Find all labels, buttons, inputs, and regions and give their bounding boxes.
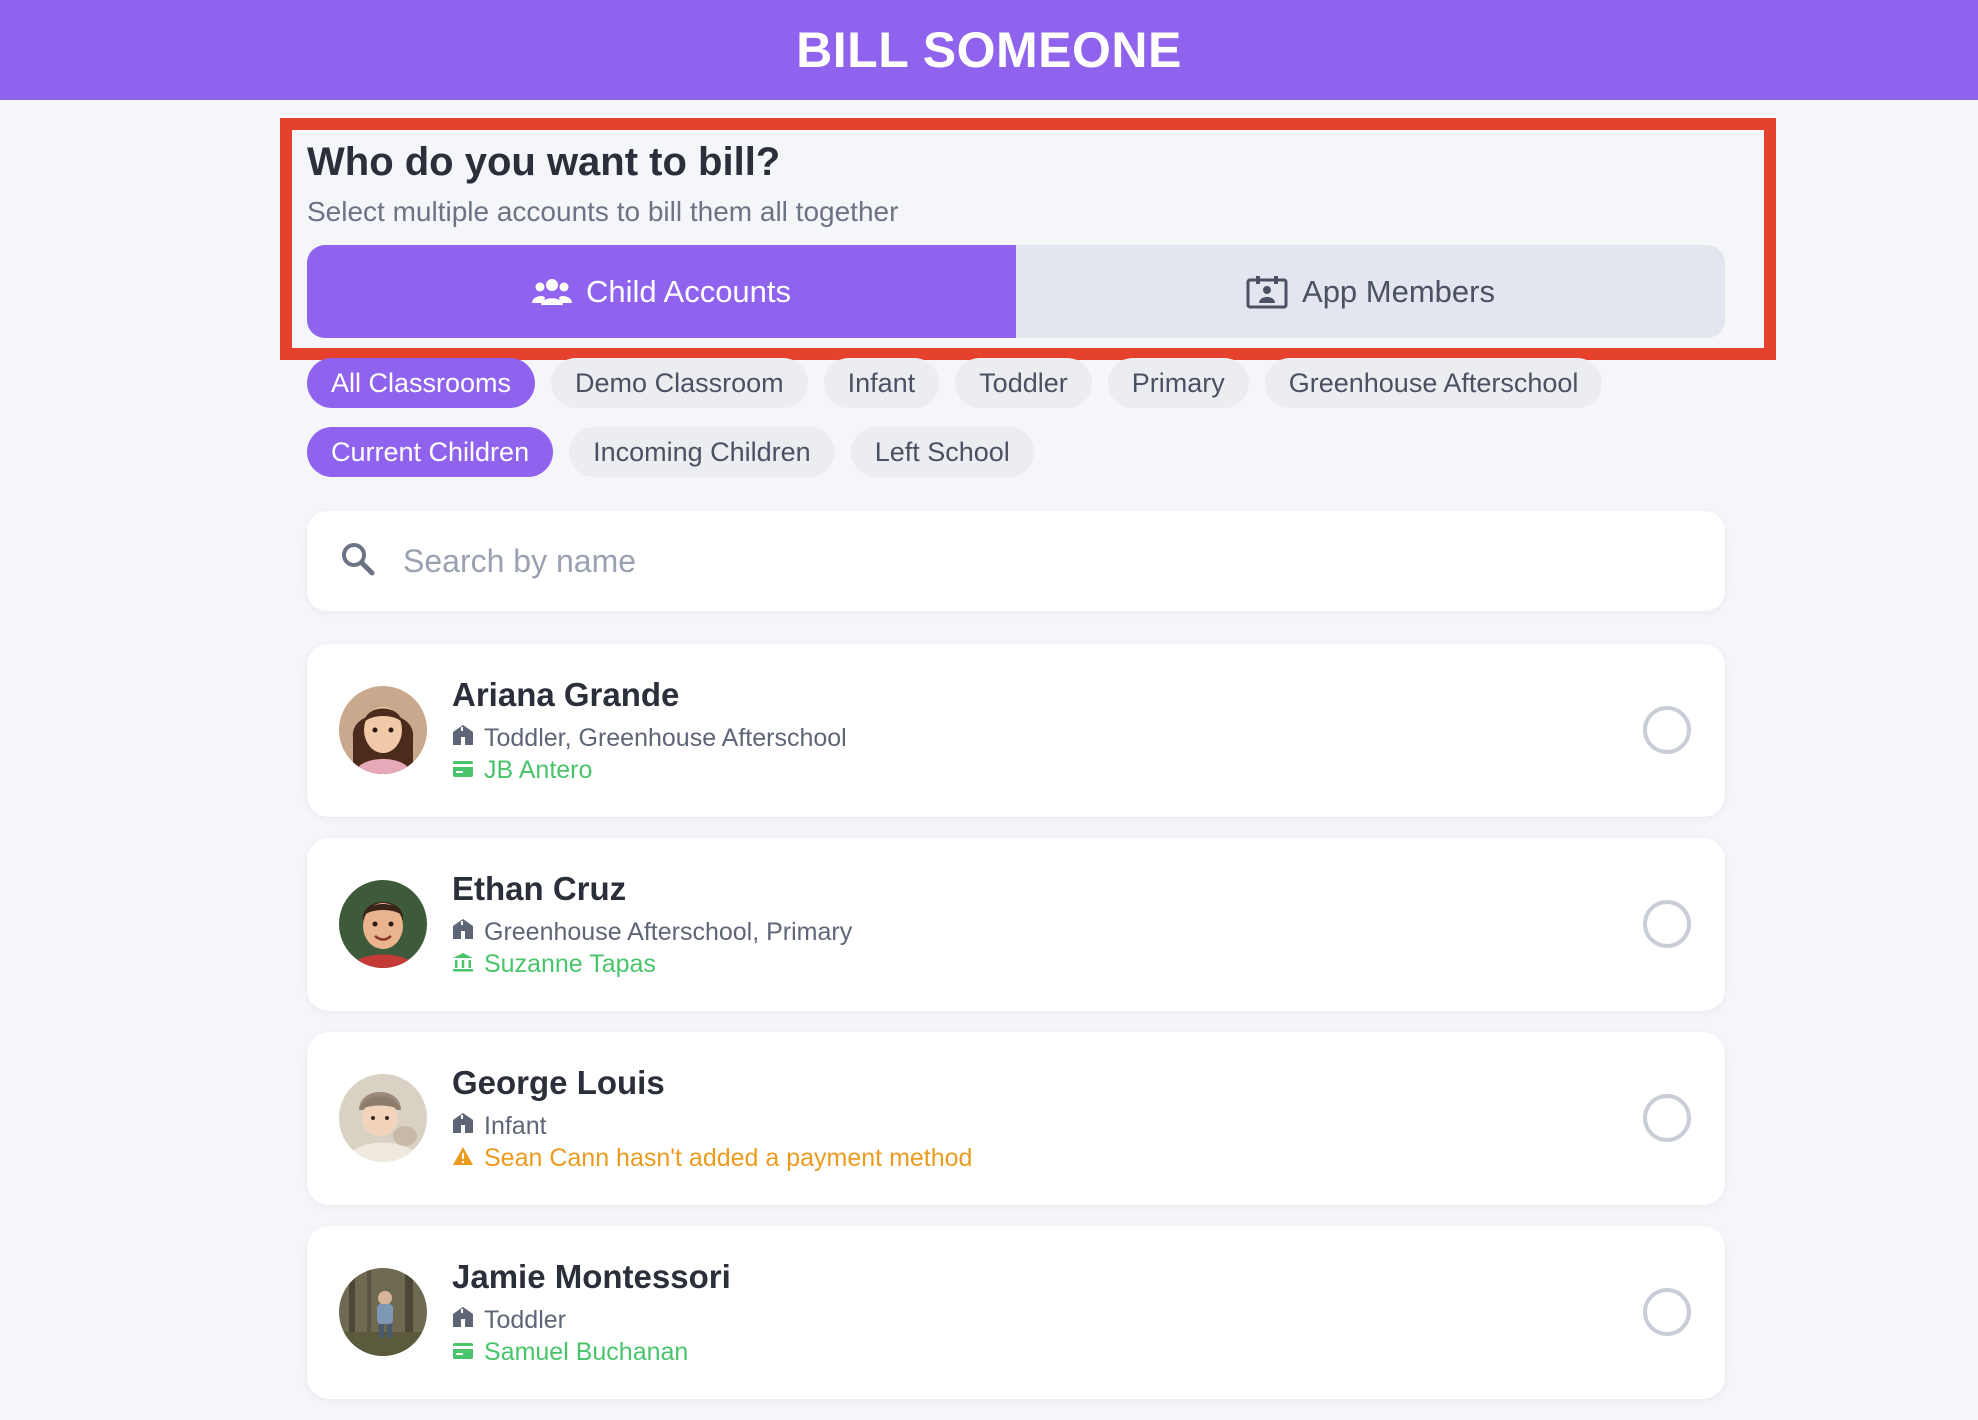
school-icon [452,1112,474,1141]
account-type-toggle: Child Accounts App Members [307,245,1725,338]
child-name: Ethan Cruz [452,870,627,907]
page-title: BILL SOMEONE [796,22,1182,78]
child-payer: Sean Cann hasn't added a payment method [452,1144,972,1173]
avatar [339,1268,427,1356]
child-name: Jamie Montessori [452,1258,731,1295]
filter-infant[interactable]: Infant [823,358,940,408]
status-filter-row: Current Children Incoming Children Left … [307,427,1034,477]
child-card-george-louis[interactable]: George Louis Infant Sean Cann hasn't add… [307,1032,1725,1205]
avatar [339,1074,427,1162]
classrooms-text: Toddler [484,1306,566,1334]
search-icon [341,542,375,581]
card-icon [452,1338,474,1367]
classrooms-text: Infant [484,1112,547,1140]
children-list: Ariana Grande Toddler, Greenhouse Afters… [307,644,1725,1420]
avatar [339,880,427,968]
child-payer: Samuel Buchanan [452,1338,688,1367]
filter-demo-classroom[interactable]: Demo Classroom [551,358,808,408]
top-bar: BILL SOMEONE [0,0,1978,100]
avatar [339,686,427,774]
filter-primary[interactable]: Primary [1107,358,1249,408]
school-icon [452,724,474,753]
id-badge-icon [1246,275,1288,309]
child-card-ariana-grande[interactable]: Ariana Grande Toddler, Greenhouse Afters… [307,644,1725,817]
filter-greenhouse-afterschool[interactable]: Greenhouse Afterschool [1264,358,1603,408]
child-card-ethan-cruz[interactable]: Ethan Cruz Greenhouse Afterschool, Prima… [307,838,1725,1011]
bank-icon [452,950,474,979]
child-classrooms: Toddler, Greenhouse Afterschool [452,724,847,753]
classrooms-text: Greenhouse Afterschool, Primary [484,918,853,946]
search-bar [307,511,1725,611]
prompt-title: Who do you want to bill? [307,140,781,184]
warning-icon [452,1144,474,1173]
child-card-jamie-montessori[interactable]: Jamie Montessori Toddler Samuel Buchanan [307,1226,1725,1399]
child-classrooms: Infant [452,1112,547,1141]
tab-app-members-label: App Members [1302,273,1495,309]
filter-toddler[interactable]: Toddler [955,358,1092,408]
school-icon [452,1306,474,1335]
card-icon [452,756,474,785]
tab-app-members[interactable]: App Members [1016,245,1725,338]
filter-current-children[interactable]: Current Children [307,427,554,477]
child-name: George Louis [452,1064,665,1101]
select-radio[interactable] [1643,900,1691,948]
users-icon [531,277,572,307]
tab-child-accounts-label: Child Accounts [585,273,792,309]
select-radio[interactable] [1643,706,1691,754]
prompt-subtitle: Select multiple accounts to bill them al… [307,196,899,227]
select-radio[interactable] [1643,1288,1691,1336]
filter-incoming-children[interactable]: Incoming Children [569,427,835,477]
classroom-filter-row: All Classrooms Demo Classroom Infant Tod… [307,358,1603,408]
search-input[interactable] [401,541,1601,581]
classrooms-text: Toddler, Greenhouse Afterschool [484,724,847,752]
payer-text: JB Antero [484,756,593,784]
filter-left-school[interactable]: Left School [850,427,1034,477]
school-icon [452,918,474,947]
select-radio[interactable] [1643,1094,1691,1142]
filter-all-classrooms[interactable]: All Classrooms [307,358,536,408]
child-classrooms: Toddler [452,1306,566,1335]
tab-child-accounts[interactable]: Child Accounts [307,245,1016,338]
child-payer: Suzanne Tapas [452,950,656,979]
child-classrooms: Greenhouse Afterschool, Primary [452,918,852,947]
child-name: Ariana Grande [452,676,680,713]
payer-text: Sean Cann hasn't added a payment method [484,1144,973,1172]
child-payer: JB Antero [452,756,592,785]
payer-text: Suzanne Tapas [484,950,656,978]
payer-text: Samuel Buchanan [484,1338,689,1366]
